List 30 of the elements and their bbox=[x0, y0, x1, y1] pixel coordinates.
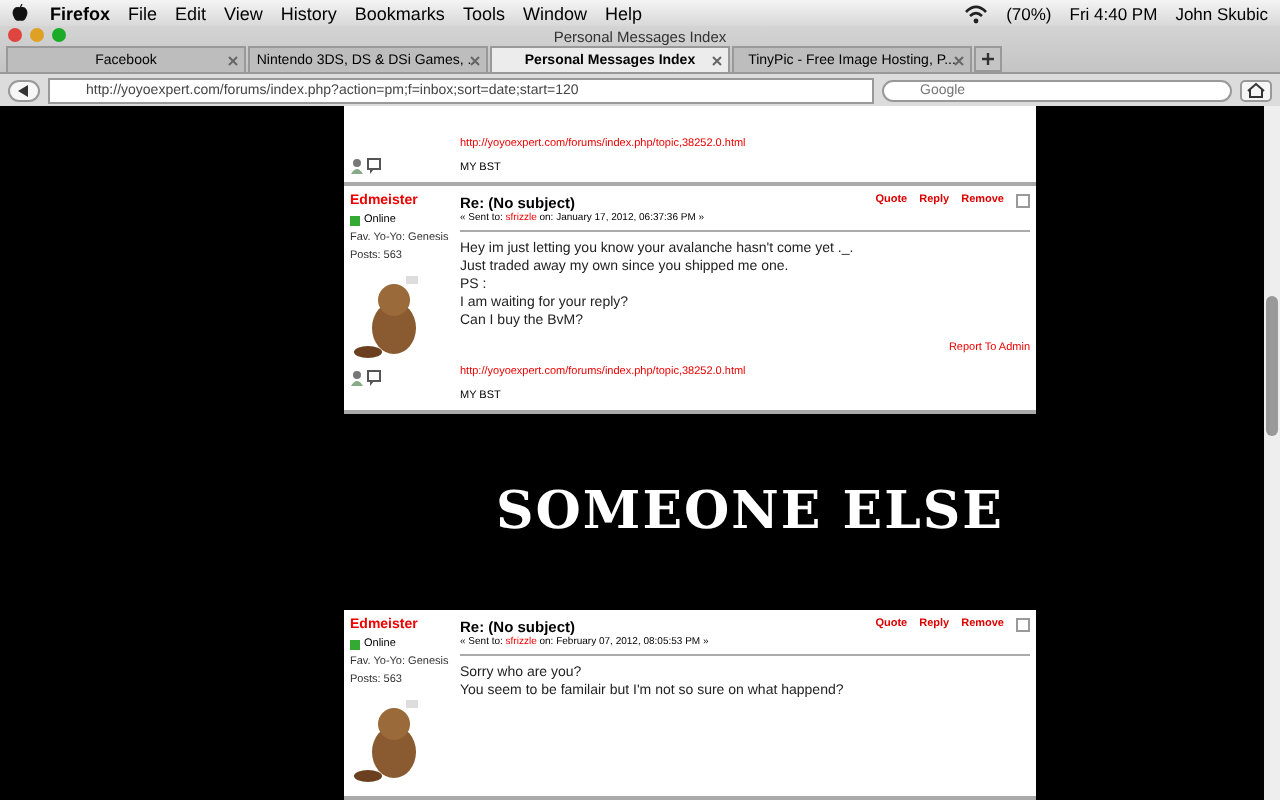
zoom-button[interactable] bbox=[52, 28, 66, 42]
scrollbar[interactable] bbox=[1264, 106, 1280, 800]
close-icon[interactable] bbox=[228, 56, 238, 66]
online-icon bbox=[350, 639, 360, 649]
menu-item[interactable]: Window bbox=[522, 3, 587, 23]
apple-icon[interactable] bbox=[12, 4, 28, 22]
menu-item[interactable]: View bbox=[224, 3, 263, 23]
close-icon[interactable] bbox=[470, 56, 480, 66]
menu-item[interactable]: Bookmarks bbox=[354, 3, 445, 23]
home-button[interactable] bbox=[1240, 79, 1272, 101]
menu-item[interactable]: History bbox=[280, 3, 337, 23]
wifi-icon[interactable] bbox=[964, 3, 989, 23]
profile-icons[interactable] bbox=[350, 370, 382, 386]
menu-item[interactable]: Firefox bbox=[50, 3, 111, 23]
menu-item[interactable]: Tools bbox=[462, 3, 505, 23]
close-button[interactable] bbox=[8, 28, 22, 42]
profile-icons[interactable] bbox=[350, 158, 382, 174]
battery-level[interactable]: (70%) bbox=[1006, 3, 1052, 23]
new-tab-button[interactable] bbox=[974, 46, 1002, 72]
select-checkbox[interactable] bbox=[1016, 618, 1030, 632]
close-icon[interactable] bbox=[712, 56, 722, 66]
clock[interactable]: Fri 4:40 PM bbox=[1069, 3, 1158, 23]
menu-item[interactable]: Help bbox=[604, 3, 642, 23]
online-icon bbox=[350, 215, 360, 225]
back-button[interactable] bbox=[8, 79, 40, 101]
menu-item[interactable]: Edit bbox=[175, 3, 207, 23]
select-checkbox[interactable] bbox=[1016, 194, 1030, 208]
close-icon[interactable] bbox=[954, 56, 964, 66]
user-name[interactable]: John Skubic bbox=[1175, 3, 1268, 23]
menu-item[interactable]: File bbox=[128, 3, 158, 23]
